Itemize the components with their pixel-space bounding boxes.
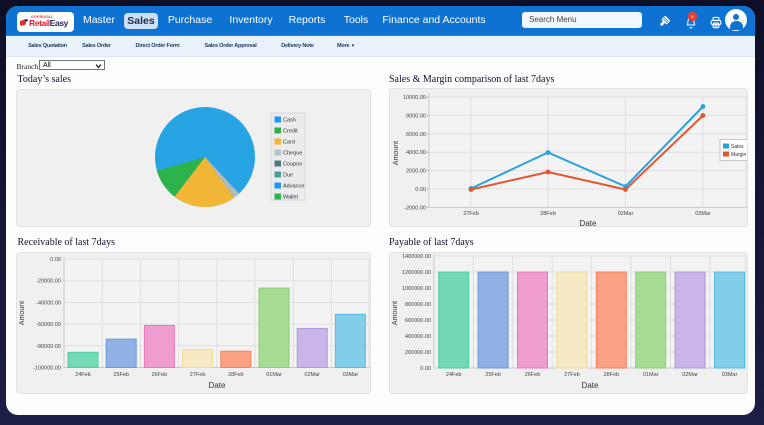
svg-text:Due: Due xyxy=(283,173,293,179)
svg-text:28Feb: 28Feb xyxy=(540,211,556,217)
svg-text:26Feb: 26Feb xyxy=(152,372,168,378)
svg-text:25Feb: 25Feb xyxy=(113,372,129,378)
svg-text:Date: Date xyxy=(209,381,226,390)
svg-text:27Feb: 27Feb xyxy=(564,372,580,378)
svg-text:10000.00: 10000.00 xyxy=(403,95,426,101)
svg-text:Advance: Advance xyxy=(283,184,304,190)
svg-text:28Feb: 28Feb xyxy=(228,372,244,378)
svg-text:-80000.00: -80000.00 xyxy=(36,344,61,350)
svg-text:Credit: Credit xyxy=(283,129,298,135)
svg-text:6000.00: 6000.00 xyxy=(406,132,426,138)
svg-text:Margin: Margin xyxy=(731,152,747,158)
svg-text:Wallet: Wallet xyxy=(283,195,299,201)
svg-text:Amount: Amount xyxy=(393,141,400,165)
svg-text:1400000.00: 1400000.00 xyxy=(402,254,431,260)
svg-text:-60000.00: -60000.00 xyxy=(36,322,61,328)
svg-text:600000.00: 600000.00 xyxy=(405,318,431,324)
svg-text:Cheque: Cheque xyxy=(283,151,302,157)
svg-text:03Mar: 03Mar xyxy=(722,372,738,378)
svg-text:Sales: Sales xyxy=(731,144,744,150)
svg-text:28Feb: 28Feb xyxy=(603,372,619,378)
svg-text:01Mar: 01Mar xyxy=(643,372,659,378)
svg-text:-100000.00: -100000.00 xyxy=(33,366,61,372)
svg-text:4000.00: 4000.00 xyxy=(406,150,426,156)
svg-text:27Feb: 27Feb xyxy=(463,211,479,217)
svg-text:-2000.00: -2000.00 xyxy=(404,205,426,211)
svg-text:02Mar: 02Mar xyxy=(682,372,698,378)
svg-text:24Feb: 24Feb xyxy=(75,372,91,378)
svg-text:-40000.00: -40000.00 xyxy=(36,300,61,306)
svg-text:400000.00: 400000.00 xyxy=(405,334,431,340)
svg-text:200000.00: 200000.00 xyxy=(405,350,431,356)
svg-text:Date: Date xyxy=(580,219,597,228)
svg-text:Amount: Amount xyxy=(392,301,399,325)
svg-text:27Feb: 27Feb xyxy=(190,372,206,378)
svg-text:Coupon: Coupon xyxy=(283,162,302,168)
svg-text:2000.00: 2000.00 xyxy=(406,169,426,175)
svg-text:Card: Card xyxy=(283,140,295,146)
svg-text:1200000.00: 1200000.00 xyxy=(402,270,431,276)
svg-text:-20000.00: -20000.00 xyxy=(36,279,61,285)
svg-text:24Feb: 24Feb xyxy=(446,372,462,378)
svg-text:800000.00: 800000.00 xyxy=(405,302,431,308)
svg-text:Date: Date xyxy=(582,381,599,390)
svg-text:03Mar: 03Mar xyxy=(343,372,359,378)
svg-text:25Feb: 25Feb xyxy=(485,372,501,378)
svg-text:26Feb: 26Feb xyxy=(525,372,541,378)
svg-text:0.00: 0.00 xyxy=(420,366,431,372)
svg-text:03Mar: 03Mar xyxy=(695,211,711,217)
svg-text:01Mar: 01Mar xyxy=(266,372,282,378)
svg-text:02Mar: 02Mar xyxy=(618,211,634,217)
svg-text:02Mar: 02Mar xyxy=(304,372,320,378)
svg-text:8000.00: 8000.00 xyxy=(406,113,426,119)
svg-text:Amount: Amount xyxy=(19,301,26,325)
svg-text:1000000.00: 1000000.00 xyxy=(402,286,431,292)
svg-text:0.00: 0.00 xyxy=(50,257,61,263)
svg-text:0.00: 0.00 xyxy=(415,187,426,193)
svg-text:Cash: Cash xyxy=(283,118,296,124)
